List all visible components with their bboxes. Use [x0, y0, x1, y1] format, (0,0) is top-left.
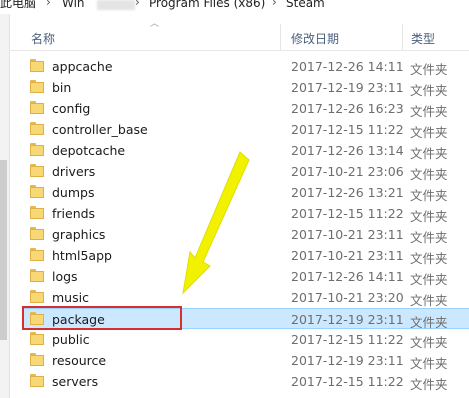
pointer-arrow-annotation	[182, 151, 250, 295]
yellow-arrow-shape	[182, 151, 250, 295]
